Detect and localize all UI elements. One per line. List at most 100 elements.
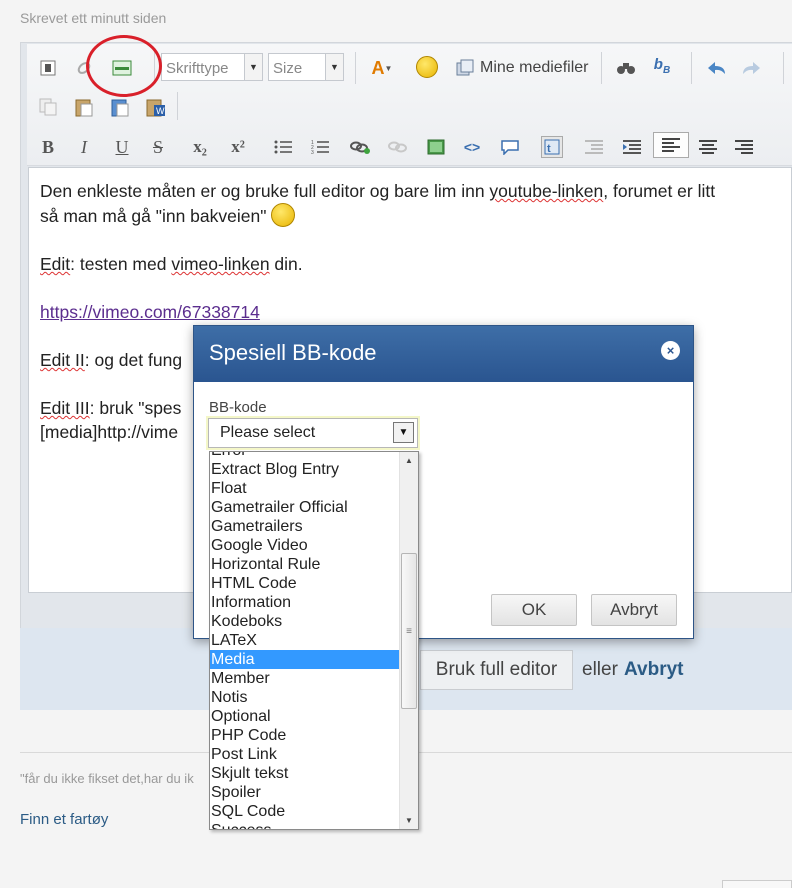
- copy-icon[interactable]: [37, 96, 59, 118]
- media-files-icon[interactable]: [454, 57, 476, 79]
- scroll-up-icon[interactable]: ▲: [400, 452, 418, 469]
- dropdown-option[interactable]: HTML Code: [210, 574, 399, 593]
- dropdown-option[interactable]: Google Video: [210, 536, 399, 555]
- paste-text-icon[interactable]: [109, 96, 131, 118]
- underline-button[interactable]: U: [111, 136, 133, 158]
- italic-button[interactable]: I: [73, 136, 95, 158]
- highlight-circle-annotation: [86, 35, 162, 97]
- subscript-button[interactable]: x₂: [189, 136, 211, 158]
- redo-icon[interactable]: [741, 57, 763, 79]
- bbcode-select[interactable]: Please select: [208, 418, 418, 448]
- dropdown-options: ErrorExtract Blog EntryFloatGametrailer …: [210, 452, 399, 829]
- superscript-button[interactable]: x²: [227, 136, 249, 158]
- dropdown-option[interactable]: Information: [210, 593, 399, 612]
- outdent-icon[interactable]: [583, 136, 605, 158]
- bbcode-dropdown-list[interactable]: ErrorExtract Blog EntryFloatGametrailer …: [209, 451, 419, 830]
- scroll-thumb[interactable]: ≡: [401, 553, 417, 709]
- font-size-select[interactable]: Size ▼: [268, 53, 344, 81]
- media-icon[interactable]: t: [541, 136, 563, 158]
- dropdown-option[interactable]: Success: [210, 821, 399, 829]
- align-center-icon[interactable]: [697, 136, 719, 158]
- dropdown-option[interactable]: Float: [210, 479, 399, 498]
- chevron-down-icon[interactable]: ▼: [393, 422, 414, 443]
- media-files-button[interactable]: Mine mediefiler: [480, 59, 588, 77]
- dropdown-option[interactable]: Extract Blog Entry: [210, 460, 399, 479]
- misspelled-word: Edit: [40, 254, 71, 274]
- footer-link[interactable]: Finn et fartøy: [20, 811, 108, 828]
- bbcode-select-value: Please select: [220, 424, 316, 441]
- or-text: eller: [582, 659, 618, 680]
- link-icon[interactable]: [349, 136, 371, 158]
- toolbar-separator: [177, 92, 178, 120]
- content-text: : testen med: [70, 254, 172, 274]
- content-text: : og det fung: [84, 350, 183, 370]
- content-text: Den enkleste måten er og bruke full edit…: [40, 181, 490, 201]
- paste-icon[interactable]: [73, 96, 95, 118]
- content-text: , forumet er litt: [603, 181, 716, 201]
- indent-icon[interactable]: [621, 136, 643, 158]
- dropdown-option[interactable]: Gametrailers: [210, 517, 399, 536]
- dropdown-option[interactable]: Post Link: [210, 745, 399, 764]
- numbered-list-icon[interactable]: 123: [309, 136, 331, 158]
- code-icon[interactable]: <>: [461, 136, 483, 158]
- align-left-icon[interactable]: [653, 132, 689, 158]
- align-right-icon[interactable]: [733, 136, 755, 158]
- font-family-select[interactable]: Skrifttype ▼: [161, 53, 263, 81]
- font-size-value: Size: [273, 60, 303, 77]
- toolbar-separator: [691, 52, 692, 84]
- unlink-icon[interactable]: [387, 136, 409, 158]
- dropdown-option[interactable]: Notis: [210, 688, 399, 707]
- bold-button[interactable]: B: [37, 136, 59, 158]
- vimeo-link[interactable]: https://vimeo.com/67338714: [40, 302, 260, 322]
- dropdown-option[interactable]: Skjult tekst: [210, 764, 399, 783]
- close-icon[interactable]: ×: [661, 341, 680, 360]
- cancel-button[interactable]: Avbryt: [591, 594, 677, 626]
- dialog-title: Spesiell BB-kode: [209, 340, 377, 365]
- scroll-down-icon[interactable]: ▼: [400, 812, 418, 829]
- source-icon[interactable]: [37, 57, 59, 79]
- chevron-down-icon: ▼: [244, 54, 262, 80]
- content-text: din.: [269, 254, 303, 274]
- paste-word-icon[interactable]: W: [145, 96, 167, 118]
- dropdown-option[interactable]: Spoiler: [210, 783, 399, 802]
- chevron-down-icon: ▼: [325, 54, 343, 80]
- misspelled-word: Edit III: [40, 398, 90, 418]
- corner-element: [722, 880, 792, 888]
- undo-icon[interactable]: [705, 57, 727, 79]
- misspelled-word: Edit II: [40, 350, 85, 370]
- content-line: så man må gå "inn bakveien": [40, 203, 791, 228]
- full-editor-button[interactable]: Bruk full editor: [420, 650, 573, 690]
- post-timestamp: Skrevet ett minutt siden: [20, 10, 167, 26]
- ok-button[interactable]: OK: [491, 594, 577, 626]
- text-color-icon[interactable]: A ▼: [366, 57, 398, 79]
- signature-text: "får du ikke fikset det,har du ik: [20, 771, 194, 786]
- binoculars-icon[interactable]: [615, 57, 637, 79]
- dropdown-option[interactable]: Member: [210, 669, 399, 688]
- smiley-icon[interactable]: [416, 56, 438, 78]
- dropdown-option[interactable]: Error: [210, 452, 399, 460]
- content-line: Den enkleste måten er og bruke full edit…: [40, 179, 791, 203]
- content-text: [media]http://vime: [40, 422, 179, 442]
- dropdown-option[interactable]: Optional: [210, 707, 399, 726]
- cancel-link[interactable]: Avbryt: [624, 659, 683, 681]
- bbcode-field-label: BB-kode: [209, 399, 267, 416]
- toolbar-separator: [355, 52, 356, 84]
- dropdown-scrollbar[interactable]: ▲ ≡ ▼: [399, 452, 418, 829]
- svg-text:W: W: [156, 106, 165, 116]
- misspelled-word: vimeo-linken: [171, 254, 270, 274]
- bullet-list-icon[interactable]: [272, 136, 294, 158]
- misspelled-word: youtube-linken: [489, 181, 604, 201]
- dropdown-option[interactable]: Kodeboks: [210, 612, 399, 631]
- dropdown-option[interactable]: Horizontal Rule: [210, 555, 399, 574]
- dropdown-option[interactable]: SQL Code: [210, 802, 399, 821]
- quote-icon[interactable]: [499, 136, 521, 158]
- dropdown-option[interactable]: Gametrailer Official: [210, 498, 399, 517]
- insert-image-icon[interactable]: [425, 136, 447, 158]
- dropdown-option[interactable]: Media: [210, 650, 399, 669]
- dropdown-option[interactable]: PHP Code: [210, 726, 399, 745]
- strikethrough-button[interactable]: S: [147, 136, 169, 158]
- dropdown-option[interactable]: LATeX: [210, 631, 399, 650]
- smiley-icon: [271, 203, 296, 227]
- bbcode-icon[interactable]: bB: [651, 55, 673, 77]
